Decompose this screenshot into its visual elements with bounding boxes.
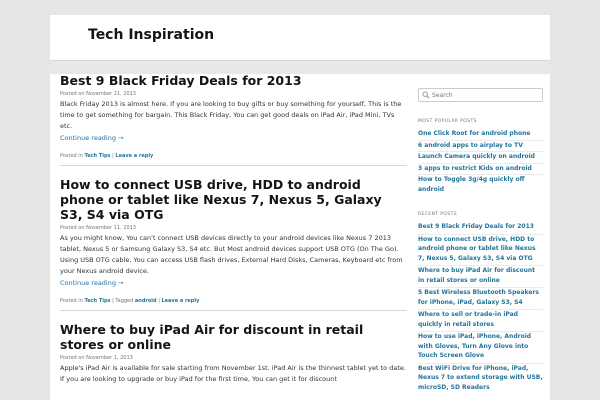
popular-post-link[interactable]: How to Toggle 3g/4g quickly off android: [418, 175, 543, 195]
recent-post-link[interactable]: How to connect USB drive, HDD to android…: [418, 235, 543, 266]
popular-posts-list: One Click Root for android phone 6 andro…: [418, 129, 543, 195]
post-meta: Posted in Tech Tips | Leave a reply: [60, 153, 407, 160]
continue-reading-link[interactable]: Continue reading →: [60, 133, 407, 143]
leave-reply-link[interactable]: Leave a reply: [115, 153, 153, 159]
popular-post-link[interactable]: 6 android apps to airplay to TV: [418, 141, 543, 152]
post-title[interactable]: Best 9 Black Friday Deals for 2013: [60, 73, 407, 88]
main-content: Best 9 Black Friday Deals for 2013 Poste…: [60, 73, 407, 385]
popular-post-link[interactable]: Launch Camera quickly on android: [418, 152, 543, 164]
page: Tech Inspiration Best 9 Black Friday Dea…: [50, 15, 550, 400]
meta-prefix: Posted in: [60, 298, 85, 304]
recent-post-link[interactable]: Best WiFi Drive for iPhone, iPad, Nexus …: [418, 364, 543, 395]
continue-reading-link[interactable]: Continue reading →: [60, 278, 407, 288]
search-input[interactable]: [432, 90, 540, 100]
recent-post-link[interactable]: Where to sell or trade-in iPad quickly i…: [418, 310, 543, 332]
leave-reply-link[interactable]: Leave a reply: [161, 298, 199, 304]
recent-post-link[interactable]: How to use iPad, iPhone, Android with Gl…: [418, 332, 543, 364]
post-divider: [60, 310, 407, 311]
recent-post-link[interactable]: Where to buy iPad Air for discount in re…: [418, 266, 543, 288]
post-meta: Posted in Tech Tips | Tagged android | L…: [60, 298, 407, 305]
sidebar: MOST POPULAR POSTS One Click Root for an…: [418, 88, 543, 394]
post-date: Posted on November 11, 2013: [60, 225, 136, 231]
tag-link[interactable]: android: [135, 298, 157, 304]
search-icon: [422, 91, 430, 99]
popular-posts-title: MOST POPULAR POSTS: [418, 119, 477, 124]
navigation-bar: [50, 60, 550, 74]
post: Best 9 Black Friday Deals for 2013 Poste…: [60, 73, 407, 160]
category-link[interactable]: Tech Tips: [84, 298, 110, 304]
category-link[interactable]: Tech Tips: [84, 153, 110, 159]
post-date: Posted on November 21, 2013: [60, 91, 136, 97]
recent-post-link[interactable]: 5 Best Wireless Bluetooth Speakers for i…: [418, 288, 543, 310]
post-date: Posted on November 1, 2013: [60, 355, 133, 361]
post-title[interactable]: Where to buy iPad Air for discount in re…: [60, 322, 407, 352]
site-title[interactable]: Tech Inspiration: [88, 27, 214, 43]
post-excerpt: Black Friday 2013 is almost here. If you…: [60, 100, 402, 130]
recent-posts-list: Best 9 Black Friday Deals for 2013 How t…: [418, 222, 543, 394]
popular-post-link[interactable]: 3 apps to restrict Kids on android: [418, 164, 543, 175]
post: How to connect USB drive, HDD to android…: [60, 177, 407, 305]
post-divider: [60, 165, 407, 166]
meta-prefix: Posted in: [60, 153, 85, 159]
post-excerpt: Apple's iPad Air is available for sale s…: [60, 364, 406, 383]
popular-post-link[interactable]: One Click Root for android phone: [418, 129, 543, 141]
tagged-prefix: | Tagged: [110, 298, 135, 304]
recent-post-link[interactable]: Best 9 Black Friday Deals for 2013: [418, 222, 543, 235]
post: Where to buy iPad Air for discount in re…: [60, 322, 407, 385]
post-excerpt: As you might know, You can't connect USB…: [60, 234, 403, 275]
search-box: [418, 88, 543, 102]
recent-posts-title: RECENT POSTS: [418, 212, 458, 217]
post-title[interactable]: How to connect USB drive, HDD to android…: [60, 177, 407, 222]
